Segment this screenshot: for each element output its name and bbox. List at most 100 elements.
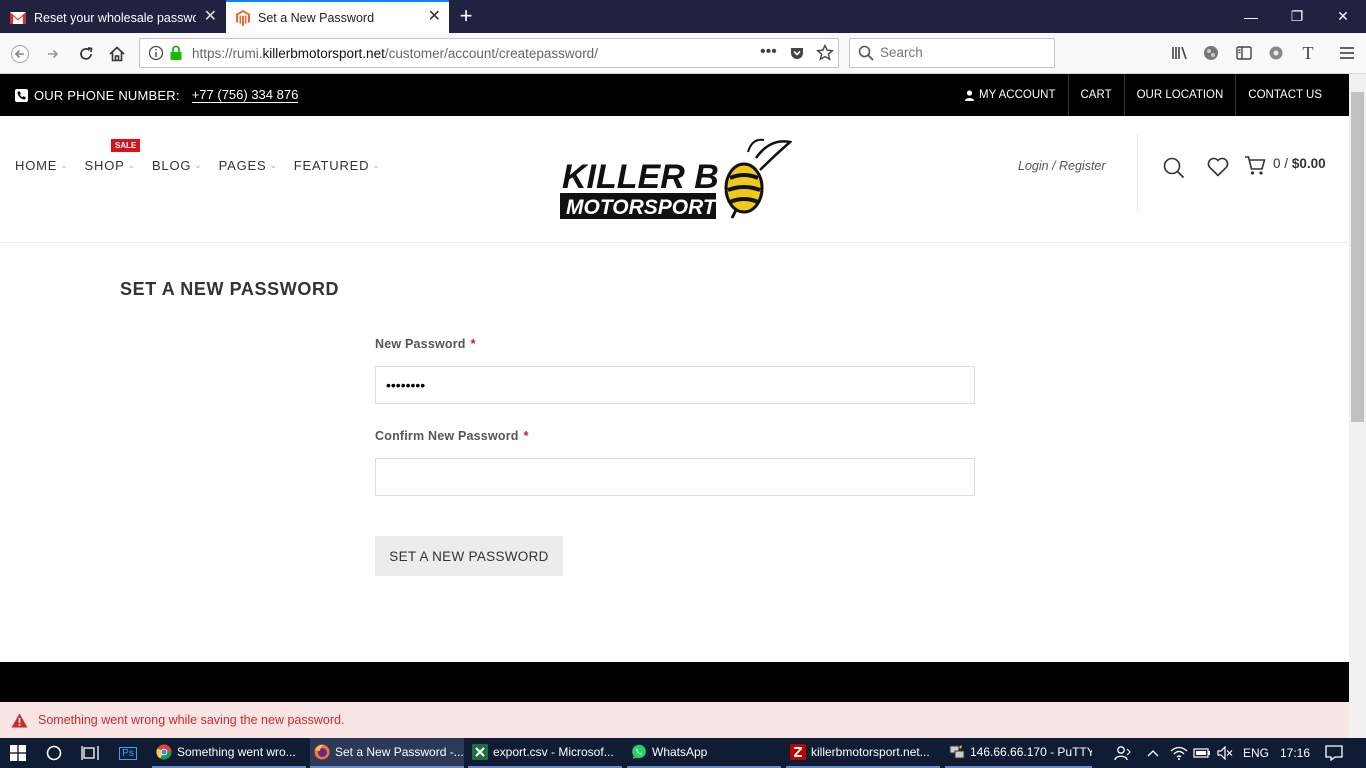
header-divider [1137,134,1138,212]
volume-muted-icon[interactable] [1217,738,1233,768]
cart-link[interactable]: CART [1067,74,1124,116]
windows-taskbar: Ps Something went wro... Set a New Passw… [0,738,1366,768]
library-icon[interactable] [1170,43,1190,63]
top-links: MY ACCOUNT CART OUR LOCATION CONTACT US [953,74,1334,116]
taskbar-app-label: export.csv - Microsof... [493,745,614,759]
url-domain: killerbmotorsport.net [262,46,385,61]
our-location-link[interactable]: OUR LOCATION [1123,74,1236,116]
bee-icon [724,138,793,219]
scrollbar-thumb[interactable] [1351,92,1364,422]
logo-line2: MOTORSPORT [566,196,718,219]
confirm-password-input[interactable] [375,458,975,496]
login-register-link[interactable]: Login / Register [1018,159,1106,173]
nav-item-pages[interactable]: PAGES ⌄ [219,158,278,173]
close-tab-icon[interactable]: ✕ [204,9,217,25]
url-text: https://rumi.killerbmotorsport.net/custo… [192,46,598,61]
cart-separator: / [1284,156,1289,171]
extension-gear-icon[interactable] [1266,43,1286,63]
taskbar-excel[interactable]: export.csv - Microsof... [468,738,622,768]
sidebar-icon[interactable] [1234,43,1254,63]
windows-start-icon[interactable] [0,738,36,768]
confirm-password-label-text: Confirm New Password [375,429,519,443]
chrome-icon [156,744,172,760]
page-actions-icon[interactable]: ••• [760,43,777,61]
search-icon [858,45,874,61]
wishlist-heart-icon[interactable] [1207,157,1229,177]
search-icon[interactable] [1163,157,1185,179]
browser-search-input[interactable] [880,45,1050,60]
chevron-down-icon: ⌄ [372,160,381,170]
taskbar-app-label: Something went wro... [177,745,296,759]
browser-search-box[interactable] [849,38,1055,68]
minimize-icon[interactable]: — [1228,0,1274,33]
close-tab-icon[interactable]: ✕ [428,9,441,25]
photoshop-label: Ps [119,746,137,760]
taskbar-filezilla[interactable]: killerbmotorsport.net... [786,738,940,768]
cart-icon[interactable] [1244,154,1266,176]
putty-icon [949,744,965,760]
cart-summary[interactable]: 0 / $0.00 [1273,156,1326,171]
store-logo[interactable]: KILLER B MOTORSPORT [560,138,793,220]
forward-icon[interactable] [39,40,67,68]
wifi-icon[interactable] [1170,738,1188,768]
taskbar-chrome[interactable]: Something went wro... [152,738,306,768]
language-indicator[interactable]: ENG [1243,738,1269,768]
phone-info: OUR PHONE NUMBER: +77 (756) 334 876 [15,87,299,103]
nav-item-featured[interactable]: FEATURED ⌄ [294,158,381,173]
extension-icon[interactable] [1201,43,1221,63]
page-scrollbar[interactable] [1349,74,1366,738]
taskbar-whatsapp[interactable]: WhatsApp [627,738,781,768]
clock-time[interactable]: 17:16 [1280,738,1310,768]
whatsapp-icon [631,744,647,760]
my-account-link[interactable]: MY ACCOUNT [953,74,1067,116]
notifications-icon[interactable] [1325,738,1343,768]
info-icon[interactable] [148,45,164,61]
nav-item-blog[interactable]: BLOG ⌄ [152,158,203,173]
required-mark: * [523,429,529,443]
taskbar-putty[interactable]: 146.66.66.170 - PuTTY [945,738,1092,768]
store-header: HOME ⌄ SHOP ⌄ BLOG ⌄ PAGES ⌄ FEATURED ⌄ SALE … [0,116,1349,243]
reload-icon[interactable] [72,40,100,68]
new-tab-icon[interactable]: + [455,5,477,27]
new-password-label: New Password * [375,337,476,351]
cart-count: 0 [1273,156,1281,171]
excel-icon [472,744,488,760]
taskbar-app-label: WhatsApp [652,745,708,759]
nav-item-shop[interactable]: SHOP ⌄ [85,158,136,173]
firefox-icon [314,744,330,760]
text-tool-icon[interactable]: T [1298,43,1318,63]
cortana-icon[interactable] [36,738,72,768]
taskbar-firefox[interactable]: Set a New Password -... [310,738,464,768]
magento-icon [236,9,250,26]
bookmark-star-icon[interactable] [816,44,834,62]
chevron-up-icon[interactable] [1147,738,1159,768]
contact-us-link[interactable]: CONTACT US [1235,74,1334,116]
set-new-password-button[interactable]: SET A NEW PASSWORD [375,536,563,576]
web-page: OUR PHONE NUMBER: +77 (756) 334 876 MY A… [0,74,1349,738]
window-close-icon[interactable]: ✕ [1320,0,1366,33]
required-mark: * [470,337,476,351]
menu-icon[interactable] [1337,43,1357,63]
home-icon[interactable] [103,40,131,68]
new-password-input[interactable] [375,366,975,404]
taskbar-app-label: Set a New Password -... [335,745,464,759]
photoshop-icon[interactable]: Ps [110,738,146,768]
restore-icon[interactable]: ❐ [1274,0,1320,33]
people-icon[interactable] [1114,738,1132,768]
task-view-icon[interactable] [72,738,108,768]
tab-reset-password[interactable]: Reset your wholesale password ✕ [0,2,225,33]
nav-label: BLOG [151,158,192,173]
error-message-bar: Something went wrong while saving the ne… [0,702,1349,738]
chevron-down-icon: ⌄ [269,160,278,170]
nav-item-home[interactable]: HOME ⌄ [15,158,69,173]
phone-number-link[interactable]: +77 (756) 334 876 [191,87,299,103]
gmail-icon [10,11,26,24]
nav-label: SHOP [84,158,125,173]
address-bar[interactable]: https://rumi.killerbmotorsport.net/custo… [139,38,839,68]
pocket-icon[interactable] [789,45,805,61]
store-top-bar: OUR PHONE NUMBER: +77 (756) 334 876 MY A… [0,74,1349,116]
tab-set-new-password[interactable]: Set a New Password ✕ [226,0,449,33]
battery-icon[interactable] [1193,738,1211,768]
lock-icon[interactable] [169,45,183,61]
back-icon[interactable] [6,40,34,68]
